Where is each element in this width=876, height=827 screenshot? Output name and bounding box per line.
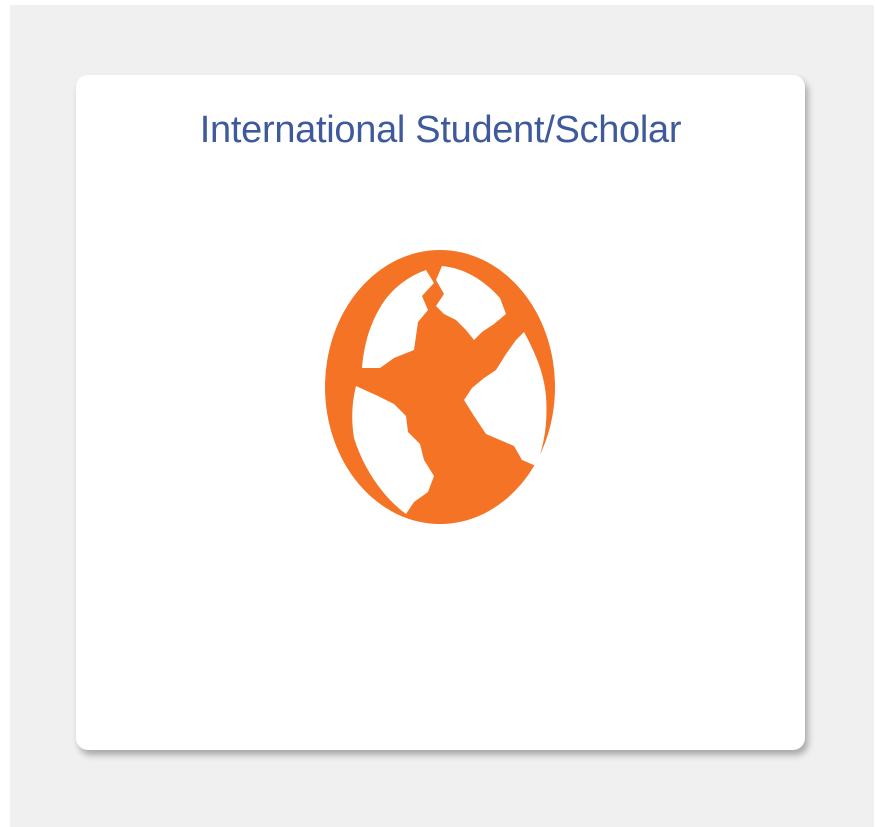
tile-title: International Student/Scholar [199,109,682,151]
international-student-scholar-tile[interactable]: International Student/Scholar [76,75,805,750]
globe-icon [324,248,556,526]
